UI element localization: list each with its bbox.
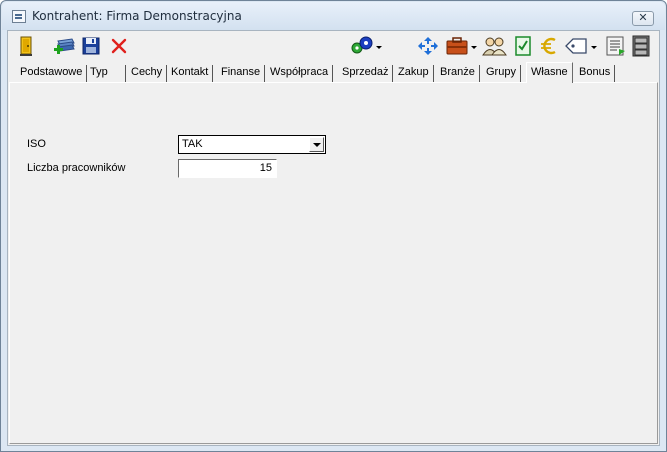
tab-strip: Podstawowe Typ Cechy Kontakt Finanse Wsp…: [10, 62, 658, 83]
tab-grupy[interactable]: Grupy: [482, 65, 521, 82]
add-to-list-icon[interactable]: [52, 35, 76, 57]
delete-icon[interactable]: [110, 35, 128, 57]
save-icon[interactable]: [81, 35, 101, 57]
iso-label: ISO: [27, 138, 46, 150]
door-icon[interactable]: [18, 35, 34, 57]
tab-kontakt[interactable]: Kontakt: [167, 65, 214, 82]
tab-panel-wlasne: ISO TAK Liczba pracowników 15: [9, 82, 658, 444]
gears-icon[interactable]: [348, 35, 384, 57]
people-icon[interactable]: [482, 35, 508, 57]
window: Kontrahent: Firma Demonstracyjna ✕ Podst…: [0, 0, 667, 452]
tab-podstawowe[interactable]: Podstawowe: [16, 65, 88, 82]
close-button[interactable]: ✕: [632, 11, 654, 26]
tab-typ[interactable]: Typ: [86, 65, 126, 82]
cabinet-icon[interactable]: [630, 35, 652, 57]
employees-label: Liczba pracowników: [27, 162, 126, 174]
chevron-down-icon[interactable]: [309, 137, 324, 152]
tab-branze[interactable]: Branże: [436, 65, 480, 82]
tab-zakup[interactable]: Zakup: [394, 65, 434, 82]
arrows-in-icon[interactable]: [416, 35, 440, 57]
title-bar[interactable]: Kontrahent: Firma Demonstracyjna ✕: [2, 2, 665, 30]
tab-wspolpraca[interactable]: Współpraca: [266, 65, 334, 82]
tab-bonus[interactable]: Bonus: [575, 65, 616, 82]
list-icon[interactable]: [605, 35, 627, 57]
window-title: Kontrahent: Firma Demonstracyjna: [32, 9, 242, 23]
client-area: Podstawowe Typ Cechy Kontakt Finanse Wsp…: [7, 30, 660, 446]
iso-value: TAK: [182, 138, 203, 150]
tab-wlasne[interactable]: Własne: [526, 62, 573, 83]
tab-cechy[interactable]: Cechy: [127, 65, 168, 82]
checklist-icon[interactable]: [513, 35, 533, 57]
tab-sprzedaz[interactable]: Sprzedaż: [338, 65, 394, 82]
tag-icon[interactable]: [564, 35, 600, 57]
window-icon: [12, 10, 26, 23]
euro-icon[interactable]: [538, 35, 560, 57]
tab-finanse[interactable]: Finanse: [217, 65, 266, 82]
toolbar: [8, 31, 659, 61]
employees-field[interactable]: 15: [178, 159, 277, 178]
iso-select[interactable]: TAK: [178, 135, 326, 154]
briefcase-icon[interactable]: [445, 35, 479, 57]
